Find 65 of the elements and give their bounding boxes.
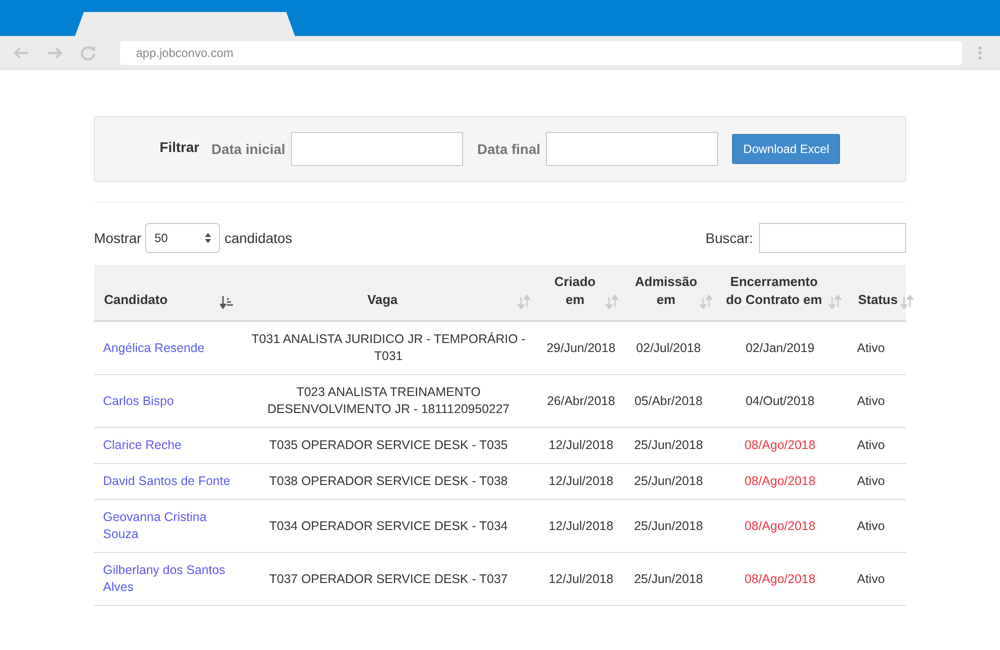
candidate-link[interactable]: Geovanna Cristina Souza [103, 509, 231, 543]
reload-icon[interactable] [80, 44, 96, 60]
candidate-link[interactable]: Clarice Reche [103, 437, 182, 454]
table-cell: 12/Jul/2018 [548, 473, 614, 490]
column-header[interactable]: Admissão em [635, 273, 698, 309]
table-cell: 04/Out/2018 [746, 392, 814, 410]
table-cell: T035 OPERADOR SERVICE DESK - T035 [269, 437, 508, 454]
forward-arrow-icon[interactable] [46, 46, 64, 60]
table-cell: T038 OPERADOR SERVICE DESK - T038 [269, 473, 508, 490]
search-label: Buscar: [706, 228, 753, 248]
sort-icon[interactable] [605, 295, 619, 309]
table-cell: T037 OPERADOR SERVICE DESK - T037 [269, 570, 508, 588]
sort-icon[interactable] [699, 295, 714, 309]
column-header[interactable]: Vaga [250, 291, 515, 309]
table-cell: 08/Ago/2018 [744, 437, 816, 454]
end-date-label: Data final [477, 140, 540, 158]
table-cell: 02/Jan/2019 [746, 340, 814, 356]
address-bar[interactable]: app.jobconvo.com [120, 40, 962, 64]
table-cell: 12/Jul/2018 [548, 518, 614, 534]
table-cell: Ativo [857, 437, 885, 454]
table-cell: 08/Ago/2018 [744, 570, 816, 588]
filter-label: Filtrar [160, 138, 200, 156]
table-cell: 25/Jun/2018 [634, 473, 703, 490]
table-cell-text: T031 ANALISTA JURIDICO JR - TEMPORÁRIO - T031 [250, 331, 526, 365]
start-date-label: Data inicial [211, 140, 286, 158]
column-header[interactable]: Encerramento do Contrato em [722, 273, 826, 309]
table-cell: Ativo [857, 340, 885, 356]
table-cell: 25/Jun/2018 [634, 437, 703, 454]
sort-icon[interactable] [828, 295, 842, 309]
start-date-field[interactable] [291, 132, 464, 166]
table-cell-text: T023 ANALISTA TREINAMENTO DESENVOLVIMENTO JR - 1811120950227 [266, 384, 511, 418]
download-excel-button[interactable]: Download Excel [732, 134, 840, 164]
table-cell: 25/Jun/2018 [634, 518, 703, 534]
back-arrow-icon[interactable] [12, 46, 30, 60]
end-date-field[interactable] [546, 132, 718, 166]
show-label: Mostrar [94, 228, 142, 248]
candidate-link[interactable]: David Santos de Fonte [103, 473, 230, 490]
table-cell: Ativo [857, 570, 885, 588]
sort-icon[interactable] [517, 295, 531, 309]
column-header[interactable]: Criado em [547, 273, 603, 309]
candidate-link[interactable]: Carlos Bispo [103, 392, 174, 410]
column-header[interactable]: Status [858, 291, 898, 309]
search-field[interactable] [759, 223, 906, 253]
table-cell: 08/Ago/2018 [744, 518, 816, 534]
menu-dots-icon[interactable] [978, 46, 982, 60]
table-cell: Ativo [857, 473, 885, 490]
table-cell: 29/Jun/2018 [546, 340, 616, 356]
table-cell: 12/Jul/2018 [548, 437, 614, 454]
candidate-link[interactable]: Angélica Resende [103, 340, 204, 356]
table-cell: 25/Jun/2018 [634, 570, 703, 588]
table-cell: 12/Jul/2018 [548, 570, 614, 588]
candidates-label: candidatos [224, 228, 292, 248]
candidate-link[interactable]: Gilberlany dos Santos Alves [103, 562, 231, 596]
stepper-arrows-icon [205, 233, 212, 243]
sort-ascending-icon[interactable] [220, 295, 234, 309]
table-cell: 08/Ago/2018 [744, 473, 816, 490]
table-cell: T034 OPERADOR SERVICE DESK - T034 [269, 518, 508, 534]
table-cell: Ativo [857, 518, 885, 534]
column-header[interactable]: Candidato [104, 291, 218, 309]
table-cell: 02/Jul/2018 [636, 340, 701, 356]
page-size-select[interactable]: 50 [145, 223, 220, 253]
table-cell: 05/Abr/2018 [634, 392, 703, 410]
sort-icon[interactable] [900, 295, 914, 309]
table-cell: 26/Abr/2018 [546, 392, 616, 410]
table-cell: Ativo [857, 392, 885, 410]
